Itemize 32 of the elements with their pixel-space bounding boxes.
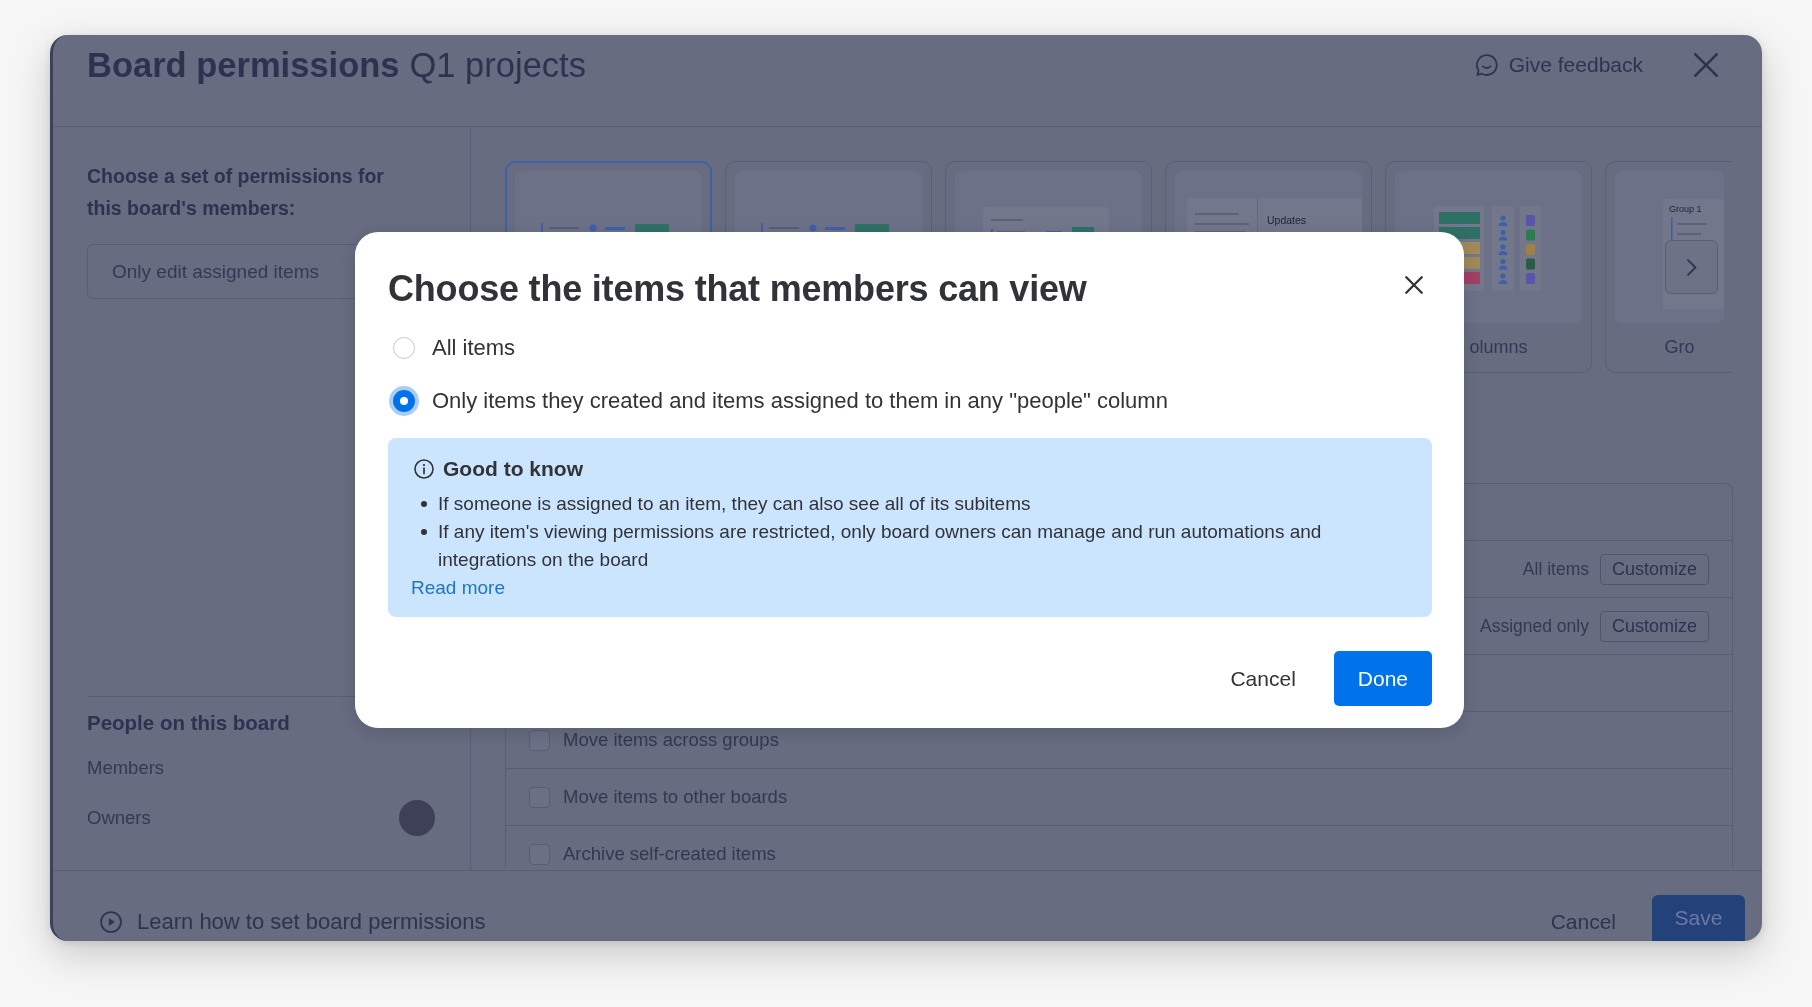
feedback-icon [1475, 54, 1498, 76]
cancel-button[interactable]: Cancel [1214, 651, 1312, 706]
option-label[interactable]: Only items they created and items assigned to them in any "people" column [432, 387, 1168, 414]
give-feedback-link[interactable]: Give feedback [1475, 53, 1643, 77]
close-icon [1694, 53, 1718, 77]
close-button[interactable] [1405, 276, 1423, 294]
bullet-icon [421, 501, 427, 507]
play-icon [100, 911, 122, 933]
people-heading: People on this board [87, 711, 291, 735]
bullet-text: If any item's viewing permissions are restricted, only board owners can manage and run automations and integrations on the board [438, 520, 1323, 572]
next-button[interactable] [1665, 240, 1718, 294]
window-title: Board permissions [87, 45, 400, 85]
radio-button[interactable] [389, 385, 419, 416]
info-icon [414, 459, 434, 479]
option-label[interactable]: All items [432, 334, 516, 361]
customize-button[interactable]: Customize [1599, 553, 1709, 585]
bullet-icon [421, 529, 427, 535]
close-icon [1405, 276, 1423, 294]
notice-title: Good to know [443, 456, 583, 482]
sidebar-heading: Choose a set of permissions for this board's members: [87, 164, 385, 221]
customize-button[interactable]: Customize [1599, 610, 1709, 642]
help-link[interactable]: Learn how to set board permissions [100, 909, 486, 935]
preview-label: Updates [1267, 214, 1307, 226]
cancel-button[interactable]: Cancel [1542, 909, 1624, 935]
chevron-right-icon [1686, 258, 1697, 276]
done-button[interactable]: Done [1333, 651, 1432, 706]
bullet-text: If someone is assigned to an item, they can also see all of its subitems [438, 492, 1031, 516]
save-button[interactable]: Save [1652, 895, 1745, 941]
board-name: Q1 projects [409, 45, 586, 85]
radio-button[interactable] [393, 336, 415, 359]
preview-label: Group 1 [1669, 204, 1702, 214]
read-more-link[interactable]: Read more [411, 574, 505, 602]
